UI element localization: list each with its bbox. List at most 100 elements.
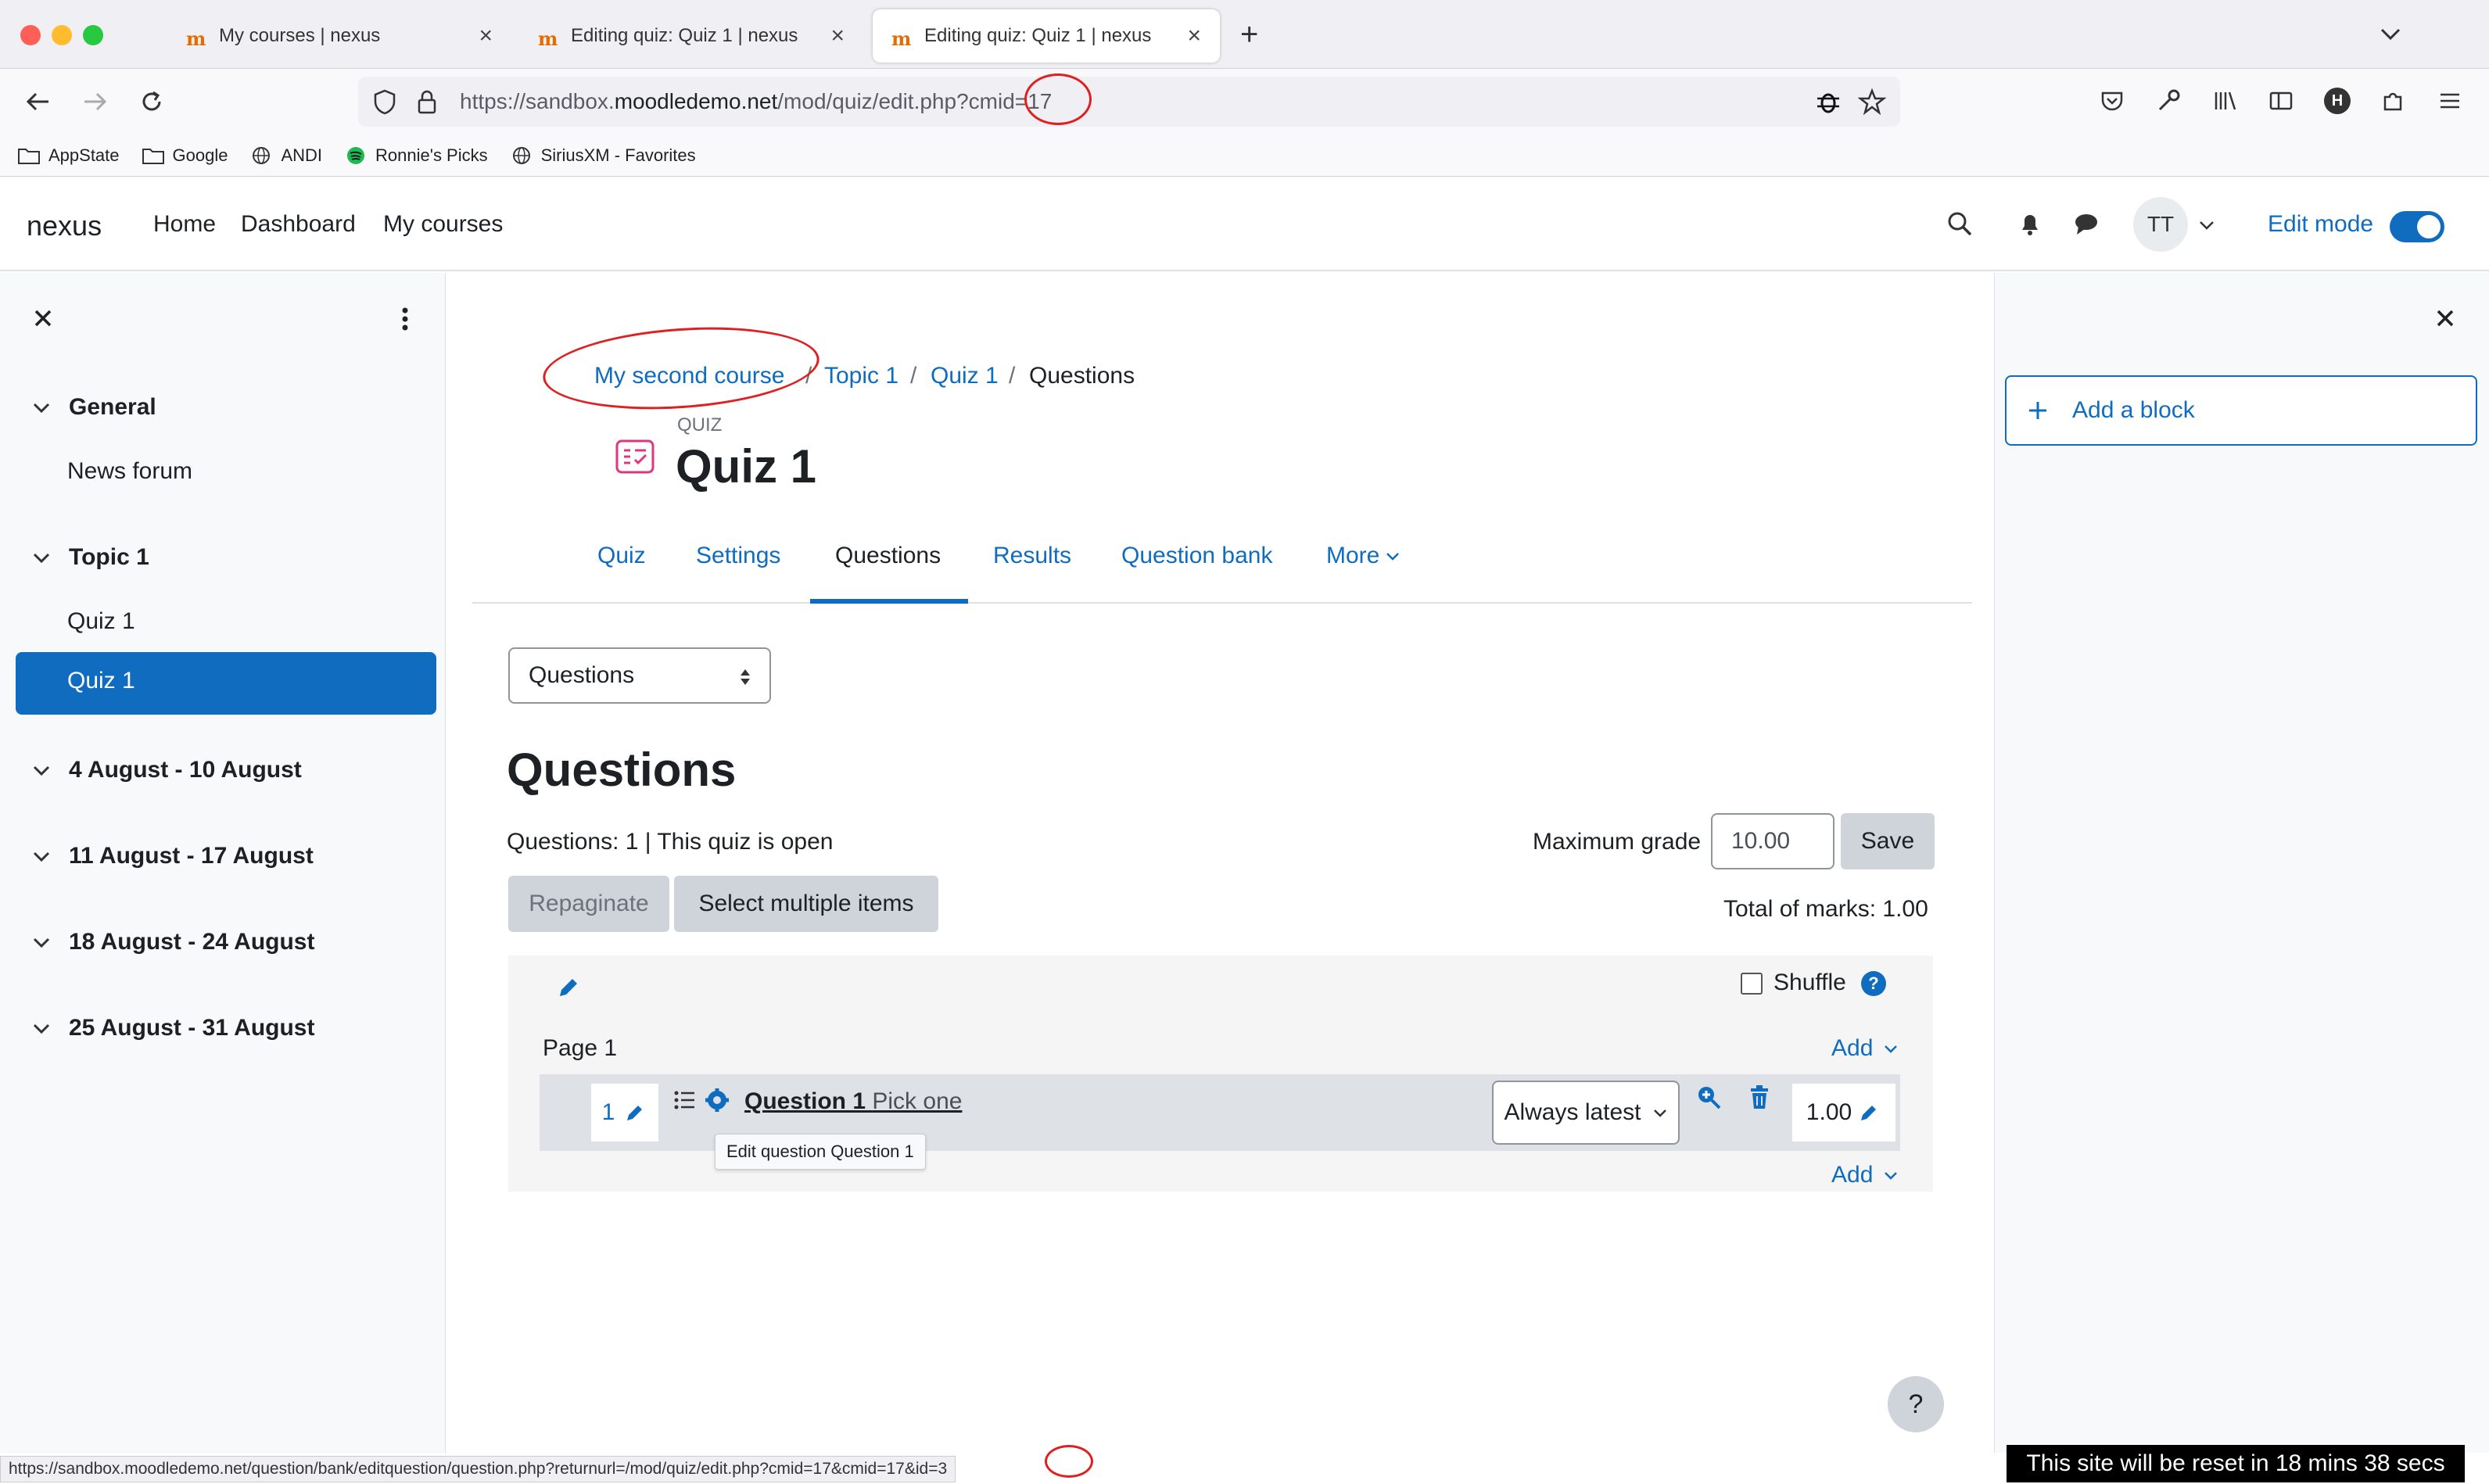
bookmark-label: AppState (48, 145, 120, 165)
course-item-quiz-1-active[interactable]: Quiz 1 (16, 652, 436, 715)
library-icon[interactable] (2211, 88, 2238, 118)
close-block-drawer-icon[interactable] (2433, 306, 2457, 334)
tab-more[interactable]: More (1326, 543, 1401, 569)
nav-home[interactable]: Home (153, 211, 216, 238)
close-tab-icon[interactable]: × (1187, 23, 1201, 49)
course-section-4-aug[interactable]: 4 August - 10 August (31, 757, 302, 783)
nav-dashboard[interactable]: Dashboard (241, 211, 356, 238)
question-link[interactable]: Question 1 Pick one (744, 1088, 962, 1115)
edit-heading-pencil-icon[interactable] (554, 974, 582, 1006)
window-minimize-dot[interactable] (52, 25, 72, 45)
pocket-icon[interactable] (2099, 88, 2125, 118)
edit-mode-label: Edit mode (2268, 211, 2374, 237)
bookmark-ronnies-picks[interactable]: Ronnie's Picks (344, 145, 488, 166)
save-button[interactable]: Save (1841, 813, 1935, 869)
select-multiple-button[interactable]: Select multiple items (674, 876, 938, 932)
max-grade-input[interactable] (1711, 813, 1834, 869)
close-tab-icon[interactable]: × (479, 23, 493, 49)
kebab-menu-icon[interactable] (391, 305, 419, 337)
globe-icon (253, 146, 271, 164)
window-close-dot[interactable] (20, 25, 41, 45)
shuffle-label: Shuffle (1774, 970, 1846, 995)
tab-questions-active[interactable]: Questions (835, 543, 941, 569)
tab-quiz[interactable]: Quiz (597, 543, 646, 569)
course-section-general[interactable]: General (31, 394, 156, 421)
search-icon[interactable] (1946, 210, 1974, 242)
sidebar-toggle-icon[interactable] (2268, 88, 2294, 118)
user-menu-chevron-icon[interactable] (2197, 216, 2216, 238)
help-footer-button[interactable]: ? (1888, 1376, 1944, 1432)
delete-trash-icon[interactable] (1745, 1084, 1774, 1116)
new-tab-icon[interactable]: + (1240, 17, 1258, 52)
site-brand[interactable]: nexus (27, 210, 102, 242)
extensions-puzzle-icon[interactable] (2380, 88, 2407, 118)
folder-icon (142, 148, 164, 164)
question-version-select[interactable]: Always latest (1492, 1081, 1680, 1145)
add-a-block-button[interactable]: Add a block (2005, 375, 2477, 446)
back-arrow-icon[interactable] (17, 81, 58, 122)
help-question-icon[interactable]: ? (1861, 971, 1886, 996)
tab-question-bank[interactable]: Question bank (1121, 543, 1272, 569)
breadcrumb-topic[interactable]: Topic 1 (824, 363, 898, 389)
tab-settings[interactable]: Settings (696, 543, 780, 569)
nav-my-courses[interactable]: My courses (383, 211, 503, 238)
close-tab-icon[interactable]: × (830, 23, 845, 49)
forward-arrow-icon[interactable] (75, 81, 116, 122)
course-item-news-forum[interactable]: News forum (67, 458, 192, 485)
tab-list-chevron-icon[interactable] (2377, 20, 2404, 47)
add-menu-bottom[interactable]: Add (1831, 1162, 1899, 1188)
browser-tab-2[interactable]: m Editing quiz: Quiz 1 | nexus × (519, 9, 863, 63)
question-type-list-icon (672, 1088, 696, 1116)
slot-number-box[interactable]: 1 (591, 1084, 658, 1142)
edit-mode-toggle[interactable] (2390, 211, 2444, 242)
course-section-25-aug[interactable]: 25 August - 31 August (31, 1015, 314, 1041)
breadcrumb-quiz[interactable]: Quiz 1 (931, 363, 999, 389)
bookmark-appstate[interactable]: AppState (17, 145, 120, 166)
lock-icon[interactable] (413, 88, 441, 120)
bookmark-star-icon[interactable] (1857, 88, 1887, 120)
bookmark-andi[interactable]: ANDI (249, 145, 322, 166)
page-label: Page 1 (543, 1035, 618, 1061)
question-mark-box[interactable]: 1.00 (1792, 1084, 1895, 1142)
hamburger-menu-icon[interactable] (2437, 88, 2463, 118)
bookmark-label: Ronnie's Picks (375, 145, 488, 165)
block-drawer (1994, 273, 2489, 1454)
bug-icon[interactable] (1814, 88, 1842, 120)
edit-pencil-icon (627, 1106, 643, 1120)
site-header (0, 177, 2489, 271)
shuffle-checkbox[interactable] (1741, 973, 1763, 995)
red-annotation-cmid (1024, 73, 1092, 125)
tracking-shield-icon[interactable] (371, 88, 399, 120)
course-item-quiz-1[interactable]: Quiz 1 (67, 608, 135, 635)
extension-h-icon[interactable]: H (2324, 88, 2351, 114)
course-section-topic-1[interactable]: Topic 1 (31, 544, 149, 571)
user-avatar[interactable]: TT (2133, 197, 2188, 252)
bookmark-siriusxm[interactable]: SiriusXM - Favorites (510, 145, 696, 166)
add-menu-top[interactable]: Add (1831, 1035, 1899, 1062)
reload-icon[interactable] (131, 81, 172, 122)
page-select-dropdown[interactable]: Questions (508, 647, 771, 704)
question-text: Pick one (872, 1088, 963, 1114)
wrench-icon[interactable] (2155, 88, 2182, 118)
red-annotation-course (540, 318, 823, 418)
bookmark-google[interactable]: Google (142, 145, 228, 166)
preview-zoom-icon[interactable] (1695, 1084, 1723, 1116)
question-settings-gear-icon[interactable] (704, 1087, 730, 1117)
section-title: 11 August - 17 August (69, 843, 314, 869)
repaginate-button[interactable]: Repaginate (508, 876, 669, 932)
tab-results[interactable]: Results (993, 543, 1071, 569)
link-status-url: https://sandbox.moodledemo.net/question/… (0, 1456, 956, 1482)
browser-tab-3-active[interactable]: m Editing quiz: Quiz 1 | nexus × (873, 9, 1220, 63)
close-drawer-icon[interactable] (31, 306, 55, 334)
url-bar[interactable]: https://sandbox.moodledemo.net/mod/quiz/… (358, 77, 1900, 127)
site-reset-notice: This site will be reset in 18 mins 38 se… (2007, 1445, 2465, 1482)
course-section-18-aug[interactable]: 18 August - 24 August (31, 929, 314, 955)
messages-chat-icon[interactable] (2072, 210, 2100, 242)
course-section-11-aug[interactable]: 11 August - 17 August (31, 843, 314, 869)
globe-icon (512, 146, 530, 164)
chevron-down-icon (33, 553, 50, 564)
notifications-bell-icon[interactable] (2016, 210, 2044, 242)
window-zoom-dot[interactable] (83, 25, 103, 45)
browser-tab-1[interactable]: m My courses | nexus × (167, 9, 511, 63)
url-text[interactable]: https://sandbox.moodledemo.net/mod/quiz/… (460, 89, 1052, 114)
